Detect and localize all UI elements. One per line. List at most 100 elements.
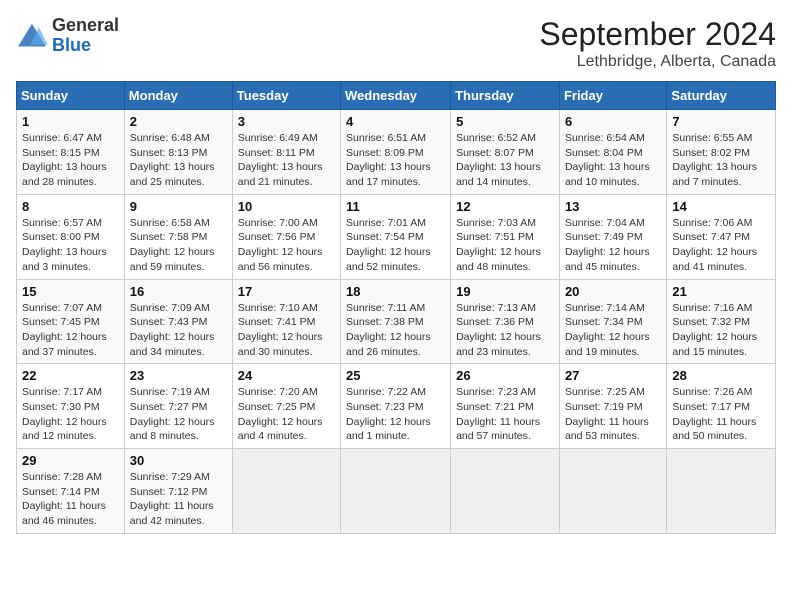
day-number: 17 bbox=[238, 284, 335, 299]
calendar-cell: 5 Sunrise: 6:52 AMSunset: 8:07 PMDaylight… bbox=[451, 110, 560, 195]
calendar-cell: 7 Sunrise: 6:55 AMSunset: 8:02 PMDaylight… bbox=[667, 110, 776, 195]
day-info: Sunrise: 7:00 AMSunset: 7:56 PMDaylight:… bbox=[238, 216, 335, 275]
day-number: 12 bbox=[456, 199, 554, 214]
header-row: SundayMondayTuesdayWednesdayThursdayFrid… bbox=[17, 82, 776, 110]
calendar-cell: 9 Sunrise: 6:58 AMSunset: 7:58 PMDaylight… bbox=[124, 194, 232, 279]
calendar-week-1: 1Sunrise: 6:47 AMSunset: 8:15 PMDaylight… bbox=[17, 110, 776, 195]
calendar-cell bbox=[559, 449, 666, 534]
day-info: Sunrise: 7:06 AMSunset: 7:47 PMDaylight:… bbox=[672, 216, 770, 275]
day-number: 13 bbox=[565, 199, 661, 214]
calendar-cell bbox=[667, 449, 776, 534]
calendar-cell: 25 Sunrise: 7:22 AMSunset: 7:23 PMDayligh… bbox=[341, 364, 451, 449]
day-info: Sunrise: 6:55 AMSunset: 8:02 PMDaylight:… bbox=[672, 131, 770, 190]
header-cell-monday: Monday bbox=[124, 82, 232, 110]
day-number: 6 bbox=[565, 114, 661, 129]
day-number: 22 bbox=[22, 368, 119, 383]
calendar-cell: 14 Sunrise: 7:06 AMSunset: 7:47 PMDayligh… bbox=[667, 194, 776, 279]
day-number: 21 bbox=[672, 284, 770, 299]
day-info: Sunrise: 7:04 AMSunset: 7:49 PMDaylight:… bbox=[565, 216, 661, 275]
calendar-cell: 1Sunrise: 6:47 AMSunset: 8:15 PMDaylight… bbox=[17, 110, 125, 195]
header-cell-sunday: Sunday bbox=[17, 82, 125, 110]
day-info: Sunrise: 6:57 AMSunset: 8:00 PMDaylight:… bbox=[22, 216, 119, 275]
calendar-cell: 19Sunrise: 7:13 AMSunset: 7:36 PMDayligh… bbox=[451, 279, 560, 364]
day-number: 9 bbox=[130, 199, 227, 214]
day-info: Sunrise: 7:17 AMSunset: 7:30 PMDaylight:… bbox=[22, 385, 119, 444]
page-header: General Blue September 2024 Lethbridge, … bbox=[16, 16, 776, 71]
day-number: 25 bbox=[346, 368, 445, 383]
day-number: 2 bbox=[130, 114, 227, 129]
calendar-cell: 8Sunrise: 6:57 AMSunset: 8:00 PMDaylight… bbox=[17, 194, 125, 279]
day-number: 29 bbox=[22, 453, 119, 468]
header-cell-wednesday: Wednesday bbox=[341, 82, 451, 110]
calendar-week-5: 29 Sunrise: 7:28 AMSunset: 7:14 PMDayligh… bbox=[17, 449, 776, 534]
day-info: Sunrise: 7:23 AMSunset: 7:21 PMDaylight:… bbox=[456, 385, 554, 444]
title-block: September 2024 Lethbridge, Alberta, Cana… bbox=[539, 16, 776, 71]
calendar-cell: 4Sunrise: 6:51 AMSunset: 8:09 PMDaylight… bbox=[341, 110, 451, 195]
header-cell-friday: Friday bbox=[559, 82, 666, 110]
day-number: 28 bbox=[672, 368, 770, 383]
calendar-cell: 13 Sunrise: 7:04 AMSunset: 7:49 PMDayligh… bbox=[559, 194, 666, 279]
day-info: Sunrise: 6:51 AMSunset: 8:09 PMDaylight:… bbox=[346, 131, 445, 190]
calendar-title: September 2024 bbox=[539, 16, 776, 53]
day-number: 5 bbox=[456, 114, 554, 129]
calendar-cell: 28Sunrise: 7:26 AMSunset: 7:17 PMDayligh… bbox=[667, 364, 776, 449]
logo: General Blue bbox=[16, 16, 119, 56]
day-info: Sunrise: 7:29 AMSunset: 7:12 PMDaylight:… bbox=[130, 470, 227, 529]
calendar-cell: 20 Sunrise: 7:14 AMSunset: 7:34 PMDayligh… bbox=[559, 279, 666, 364]
day-info: Sunrise: 7:22 AMSunset: 7:23 PMDaylight:… bbox=[346, 385, 445, 444]
calendar-week-4: 22 Sunrise: 7:17 AMSunset: 7:30 PMDayligh… bbox=[17, 364, 776, 449]
day-info: Sunrise: 6:58 AMSunset: 7:58 PMDaylight:… bbox=[130, 216, 227, 275]
day-number: 30 bbox=[130, 453, 227, 468]
day-number: 18 bbox=[346, 284, 445, 299]
calendar-cell: 21 Sunrise: 7:16 AMSunset: 7:32 PMDayligh… bbox=[667, 279, 776, 364]
calendar-week-2: 8Sunrise: 6:57 AMSunset: 8:00 PMDaylight… bbox=[17, 194, 776, 279]
logo-general-text: General bbox=[52, 15, 119, 35]
calendar-cell bbox=[451, 449, 560, 534]
calendar-cell: 6Sunrise: 6:54 AMSunset: 8:04 PMDaylight… bbox=[559, 110, 666, 195]
day-number: 23 bbox=[130, 368, 227, 383]
day-info: Sunrise: 7:13 AMSunset: 7:36 PMDaylight:… bbox=[456, 301, 554, 360]
day-number: 3 bbox=[238, 114, 335, 129]
day-info: Sunrise: 6:52 AMSunset: 8:07 PMDaylight:… bbox=[456, 131, 554, 190]
day-info: Sunrise: 7:09 AMSunset: 7:43 PMDaylight:… bbox=[130, 301, 227, 360]
day-info: Sunrise: 7:07 AMSunset: 7:45 PMDaylight:… bbox=[22, 301, 119, 360]
day-number: 24 bbox=[238, 368, 335, 383]
calendar-cell: 10 Sunrise: 7:00 AMSunset: 7:56 PMDayligh… bbox=[232, 194, 340, 279]
calendar-cell bbox=[341, 449, 451, 534]
calendar-cell: 3 Sunrise: 6:49 AMSunset: 8:11 PMDaylight… bbox=[232, 110, 340, 195]
day-number: 20 bbox=[565, 284, 661, 299]
day-info: Sunrise: 7:20 AMSunset: 7:25 PMDaylight:… bbox=[238, 385, 335, 444]
calendar-cell bbox=[232, 449, 340, 534]
day-number: 15 bbox=[22, 284, 119, 299]
calendar-cell: 29 Sunrise: 7:28 AMSunset: 7:14 PMDayligh… bbox=[17, 449, 125, 534]
calendar-cell: 18Sunrise: 7:11 AMSunset: 7:38 PMDayligh… bbox=[341, 279, 451, 364]
day-info: Sunrise: 7:16 AMSunset: 7:32 PMDaylight:… bbox=[672, 301, 770, 360]
day-number: 27 bbox=[565, 368, 661, 383]
calendar-week-3: 15 Sunrise: 7:07 AMSunset: 7:45 PMDayligh… bbox=[17, 279, 776, 364]
calendar-cell: 23 Sunrise: 7:19 AMSunset: 7:27 PMDayligh… bbox=[124, 364, 232, 449]
day-info: Sunrise: 7:14 AMSunset: 7:34 PMDaylight:… bbox=[565, 301, 661, 360]
calendar-cell: 15 Sunrise: 7:07 AMSunset: 7:45 PMDayligh… bbox=[17, 279, 125, 364]
calendar-cell: 22 Sunrise: 7:17 AMSunset: 7:30 PMDayligh… bbox=[17, 364, 125, 449]
calendar-cell: 17Sunrise: 7:10 AMSunset: 7:41 PMDayligh… bbox=[232, 279, 340, 364]
day-info: Sunrise: 6:49 AMSunset: 8:11 PMDaylight:… bbox=[238, 131, 335, 190]
day-info: Sunrise: 7:19 AMSunset: 7:27 PMDaylight:… bbox=[130, 385, 227, 444]
calendar-cell: 24 Sunrise: 7:20 AMSunset: 7:25 PMDayligh… bbox=[232, 364, 340, 449]
day-number: 26 bbox=[456, 368, 554, 383]
day-number: 7 bbox=[672, 114, 770, 129]
calendar-body: 1Sunrise: 6:47 AMSunset: 8:15 PMDaylight… bbox=[17, 110, 776, 534]
day-info: Sunrise: 7:01 AMSunset: 7:54 PMDaylight:… bbox=[346, 216, 445, 275]
calendar-cell: 26 Sunrise: 7:23 AMSunset: 7:21 PMDayligh… bbox=[451, 364, 560, 449]
day-info: Sunrise: 7:03 AMSunset: 7:51 PMDaylight:… bbox=[456, 216, 554, 275]
day-number: 14 bbox=[672, 199, 770, 214]
day-number: 10 bbox=[238, 199, 335, 214]
logo-blue-text: Blue bbox=[52, 35, 91, 55]
header-cell-tuesday: Tuesday bbox=[232, 82, 340, 110]
logo-icon bbox=[16, 22, 48, 50]
header-cell-saturday: Saturday bbox=[667, 82, 776, 110]
calendar-cell: 12 Sunrise: 7:03 AMSunset: 7:51 PMDayligh… bbox=[451, 194, 560, 279]
day-info: Sunrise: 7:28 AMSunset: 7:14 PMDaylight:… bbox=[22, 470, 119, 529]
calendar-cell: 11Sunrise: 7:01 AMSunset: 7:54 PMDayligh… bbox=[341, 194, 451, 279]
day-info: Sunrise: 6:48 AMSunset: 8:13 PMDaylight:… bbox=[130, 131, 227, 190]
calendar-cell: 2 Sunrise: 6:48 AMSunset: 8:13 PMDaylight… bbox=[124, 110, 232, 195]
